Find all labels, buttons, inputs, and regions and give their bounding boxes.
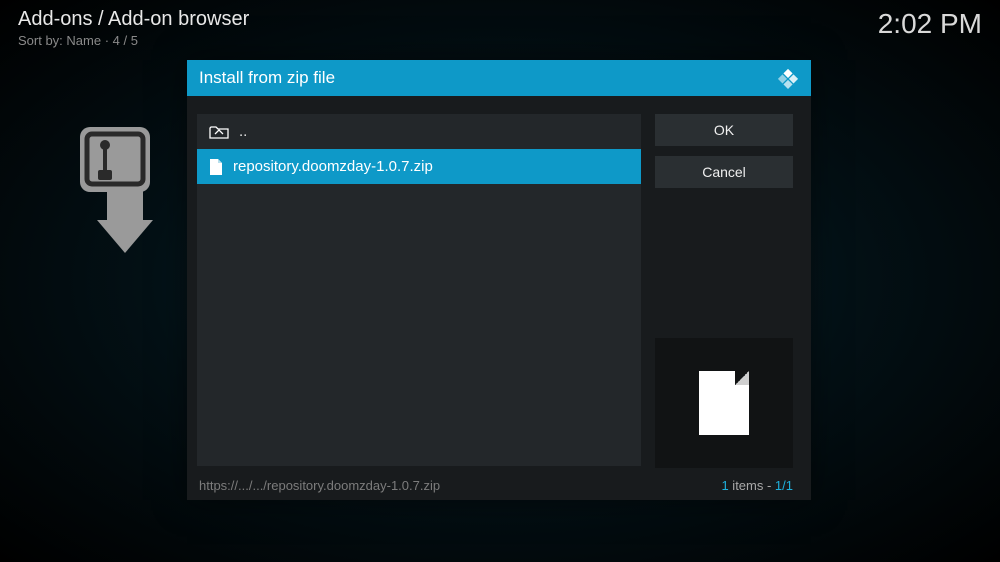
breadcrumb: Add-ons / Add-on browser xyxy=(18,8,249,31)
file-list[interactable]: .. repository.doomzday-1.0.7.zip xyxy=(197,114,641,466)
parent-dir-row[interactable]: .. xyxy=(197,114,641,149)
file-row-selected[interactable]: repository.doomzday-1.0.7.zip xyxy=(197,149,641,184)
sort-status: Sort by: Name · 4 / 5 xyxy=(18,33,249,48)
item-count: 1 items - 1/1 xyxy=(721,478,793,493)
file-path: https://.../.../repository.doomzday-1.0.… xyxy=(199,478,440,493)
folder-up-icon xyxy=(209,125,229,139)
item-count-word: items - xyxy=(729,478,775,493)
sort-value: Name xyxy=(66,33,101,48)
item-count-number: 1 xyxy=(721,478,728,493)
file-icon xyxy=(209,158,223,176)
kodi-logo-icon xyxy=(777,67,799,89)
install-zip-dialog: Install from zip file .. xyxy=(187,60,811,500)
dialog-title: Install from zip file xyxy=(199,68,335,88)
sort-sep: · xyxy=(101,33,113,48)
zip-download-icon xyxy=(75,125,175,255)
sort-prefix: Sort by: xyxy=(18,33,66,48)
file-name: repository.doomzday-1.0.7.zip xyxy=(233,158,433,175)
page-position: 4 / 5 xyxy=(113,33,138,48)
ok-button[interactable]: OK xyxy=(655,114,793,146)
cancel-button[interactable]: Cancel xyxy=(655,156,793,188)
clock: 2:02 PM xyxy=(878,8,982,40)
dialog-header: Install from zip file xyxy=(187,60,811,96)
item-count-page: 1/1 xyxy=(775,478,793,493)
file-preview-icon xyxy=(699,371,749,435)
parent-dir-label: .. xyxy=(239,123,247,140)
preview-thumbnail xyxy=(655,338,793,468)
